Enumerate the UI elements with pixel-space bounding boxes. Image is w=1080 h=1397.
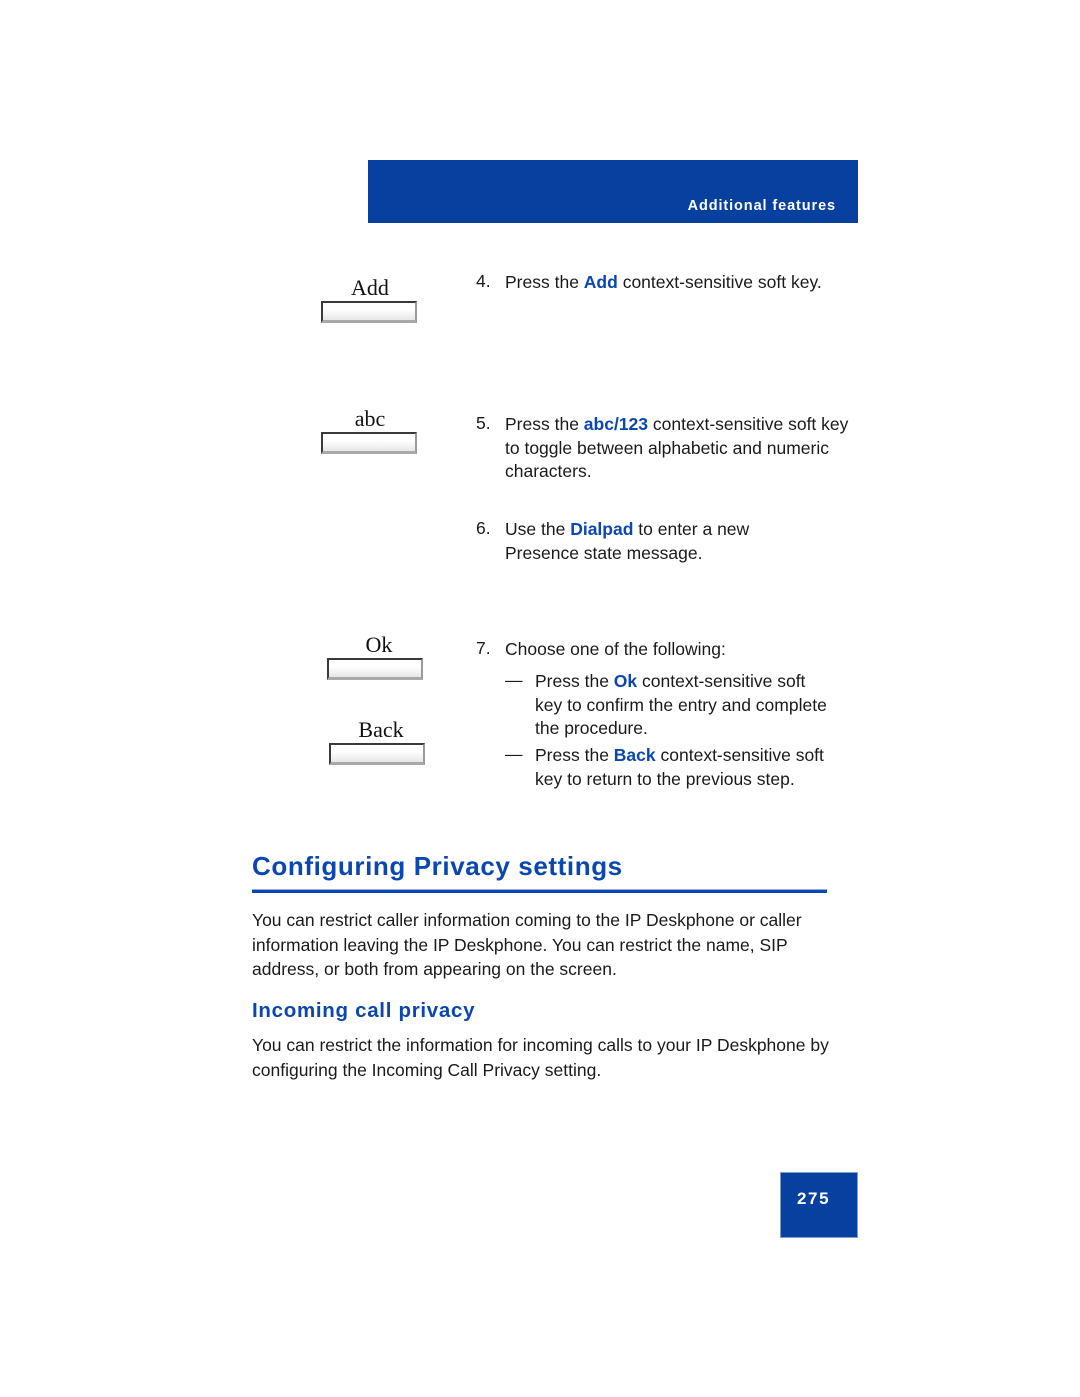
step-7-option-back-text: Press the Back context-sensitive soft ke…: [535, 745, 824, 789]
softkey-graphic-ok: Ok: [327, 632, 431, 680]
step-number-6: 6.: [476, 518, 491, 538]
softkey-button-abc[interactable]: [321, 432, 417, 454]
em-dash-marker-1: —: [505, 670, 523, 690]
subsection-paragraph: You can restrict the information for inc…: [252, 1035, 829, 1080]
keyword-add: Add: [583, 272, 618, 292]
document-page: Additional features Add 4. Press the Add…: [0, 0, 1080, 1397]
softkey-button-add[interactable]: [321, 301, 417, 323]
keyword-ok: Ok: [613, 671, 638, 691]
keyword-dialpad: Dialpad: [570, 519, 634, 539]
step-text-6: Use the Dialpad to enter a new Presence …: [505, 519, 750, 563]
keyword-abc: abc: [583, 414, 614, 434]
subsection-heading: Incoming call privacy: [252, 999, 476, 1022]
page-number-box: 275: [780, 1172, 858, 1238]
softkey-button-back[interactable]: [329, 743, 425, 765]
step-text-7: Choose one of the following:: [505, 639, 726, 659]
section-heading-group: Configuring Privacy settings: [252, 851, 827, 893]
page-title: Configuring Privacy settings: [252, 851, 623, 881]
step-text-5: Press the abc/123 context-sensitive soft…: [505, 414, 849, 481]
softkey-label-back: Back: [358, 717, 404, 742]
running-header-band: Additional features: [368, 160, 858, 223]
step-7-option-ok-text: Press the Ok context-sensitive soft key …: [535, 671, 827, 738]
softkey-graphic-abc: abc: [318, 406, 422, 454]
keyword-back: Back: [613, 745, 656, 765]
heading-underline-rule: [252, 889, 827, 893]
running-header-label: Additional features: [687, 198, 836, 214]
step-number-7: 7.: [476, 638, 491, 658]
softkey-label-ok: Ok: [365, 632, 393, 657]
softkey-button-ok[interactable]: [327, 658, 423, 680]
softkey-graphic-back: Back: [329, 717, 433, 765]
page-number-label: 275: [797, 1189, 831, 1208]
softkey-label-abc: abc: [354, 406, 386, 431]
section-intro-paragraph: You can restrict caller information comi…: [252, 910, 802, 979]
softkey-label-add: Add: [351, 275, 389, 300]
step-text-4: Press the Add context-sensitive soft key…: [505, 272, 822, 292]
step-number-4: 4.: [476, 271, 491, 291]
step-number-5: 5.: [476, 413, 491, 433]
softkey-graphic-add: Add: [318, 275, 422, 323]
keyword-123: 123: [618, 414, 649, 434]
em-dash-marker-2: —: [505, 744, 523, 764]
